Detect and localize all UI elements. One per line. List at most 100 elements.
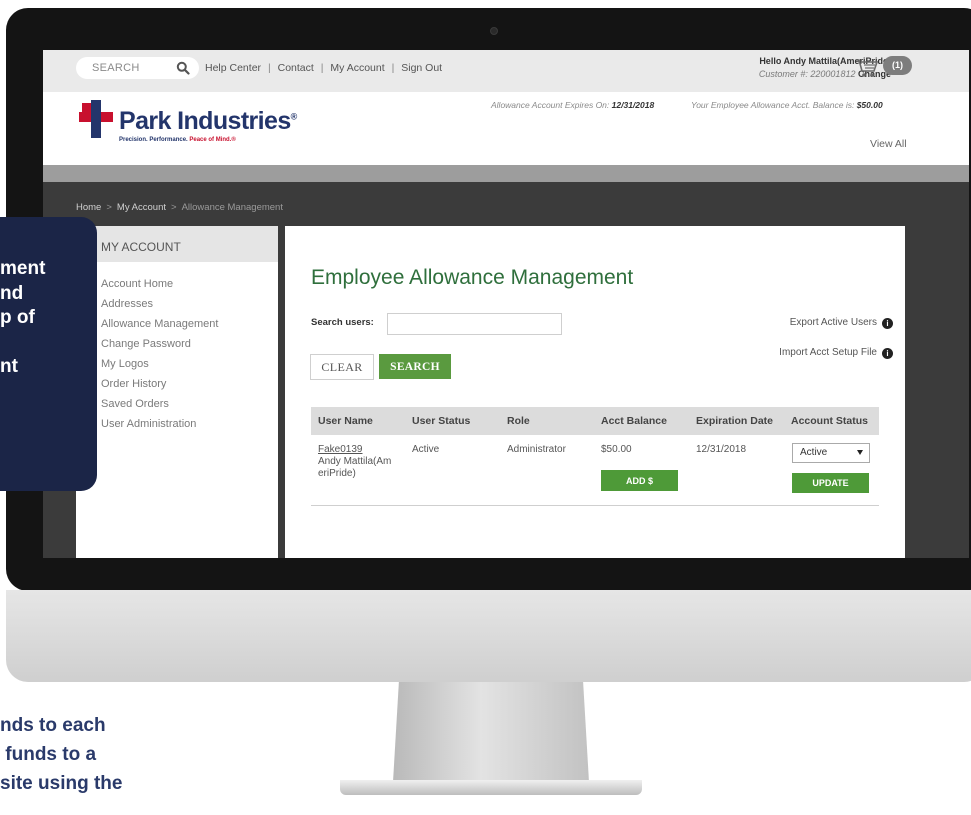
cell-expiration-date: 12/31/2018 — [689, 435, 784, 506]
sidebar-menu: Account Home Addresses Allowance Managem… — [76, 262, 278, 434]
breadcrumb-separator: > — [171, 202, 177, 213]
breadcrumb-current: Allowance Management — [181, 202, 283, 213]
help-center-link[interactable]: Help Center — [205, 62, 261, 74]
view-all-link[interactable]: View All — [870, 138, 907, 150]
column-header-expiration-date[interactable]: Expiration Date — [689, 407, 784, 435]
breadcrumb-home[interactable]: Home — [76, 202, 101, 213]
account-status-select[interactable]: Active — [792, 443, 870, 463]
marketing-stage: SEARCH Help Center | Contact | My Accoun… — [0, 0, 971, 815]
monitor-stand-base — [340, 780, 642, 795]
monitor-screen: SEARCH Help Center | Contact | My Accoun… — [43, 50, 969, 558]
sidebar-item-saved-orders[interactable]: Saved Orders — [101, 394, 278, 414]
user-full-name: Andy Mattila(AmeriPride) — [318, 456, 392, 479]
breadcrumb-my-account[interactable]: My Account — [117, 202, 166, 213]
link-separator: | — [391, 62, 395, 74]
link-separator: | — [267, 62, 271, 74]
add-funds-button[interactable]: ADD $ — [601, 470, 678, 491]
cell-acct-balance: $50.00 ADD $ — [594, 435, 689, 506]
caption-line: nds to each — [0, 715, 106, 736]
caption-line: site using the — [0, 773, 123, 794]
callout-line: p of — [0, 307, 35, 328]
sidebar-item-account-home[interactable]: Account Home — [101, 274, 278, 294]
customer-number: 220001812 — [810, 69, 856, 79]
cell-user-name: Fake0139 Andy Mattila(AmeriPride) — [311, 435, 405, 506]
logo-name-text: Park Industries — [119, 107, 291, 135]
info-icon[interactable]: i — [882, 318, 893, 329]
sidebar-item-my-logos[interactable]: My Logos — [101, 354, 278, 374]
column-header-account-status[interactable]: Account Status — [784, 407, 879, 435]
balance-label: Your Employee Allowance Acct. Balance is… — [691, 100, 855, 110]
sidebar-item-user-administration[interactable]: User Administration — [101, 414, 278, 434]
allowance-balance: Your Employee Allowance Acct. Balance is… — [691, 100, 883, 110]
expiry-date: 12/31/2018 — [611, 100, 655, 110]
sidebar-item-order-history[interactable]: Order History — [101, 374, 278, 394]
import-label: Import Acct Setup File — [779, 347, 877, 358]
column-header-user-name[interactable]: User Name — [311, 407, 405, 435]
search-users-label: Search users: — [311, 317, 374, 328]
allowance-main-panel: Employee Allowance Management Search use… — [285, 226, 905, 558]
export-label: Export Active Users — [789, 317, 877, 328]
top-links: Help Center | Contact | My Account | Sig… — [205, 62, 442, 74]
expiry-label: Allowance Account Expires On: — [491, 100, 610, 110]
top-utility-bar: SEARCH Help Center | Contact | My Accoun… — [43, 50, 969, 92]
my-account-link[interactable]: My Account — [330, 62, 384, 74]
account-sidebar: MY ACCOUNT Account Home Addresses Allowa… — [76, 226, 278, 558]
cell-account-status: Active UPDATE — [784, 435, 879, 506]
shopping-cart-icon[interactable] — [855, 57, 879, 79]
table-row: Fake0139 Andy Mattila(AmeriPride) Active… — [311, 435, 879, 506]
callout-line: nt — [0, 356, 18, 377]
cell-user-status: Active — [405, 435, 500, 506]
column-header-user-status[interactable]: User Status — [405, 407, 500, 435]
callout-line: nd — [0, 282, 24, 304]
account-status-value: Active — [800, 447, 828, 458]
bottom-caption: nds to each funds to a site using the — [0, 711, 122, 798]
sidebar-title: MY ACCOUNT — [76, 226, 278, 262]
search-users-input[interactable] — [387, 313, 562, 335]
page-title: Employee Allowance Management — [311, 266, 634, 289]
table-header-row: User Name User Status Role Acct Balance … — [311, 407, 879, 435]
user-id-link[interactable]: Fake0139 — [318, 444, 405, 456]
chevron-down-icon — [857, 450, 863, 455]
site-search-placeholder: SEARCH — [92, 62, 140, 74]
tagline-registered-mark: ® — [231, 137, 236, 143]
monitor-chin — [6, 590, 971, 682]
update-button[interactable]: UPDATE — [792, 473, 869, 493]
import-setup-file-link[interactable]: Import Acct Setup File i — [779, 347, 893, 359]
info-icon[interactable]: i — [882, 348, 893, 359]
sidebar-item-addresses[interactable]: Addresses — [101, 294, 278, 314]
callout-text: ment nd p of nt — [0, 257, 45, 380]
sign-out-link[interactable]: Sign Out — [401, 62, 442, 74]
callout-line: ment — [0, 258, 46, 279]
link-separator: | — [320, 62, 324, 74]
breadcrumb-separator: > — [106, 202, 112, 213]
users-table: User Name User Status Role Acct Balance … — [311, 407, 879, 506]
contact-link[interactable]: Contact — [278, 62, 314, 74]
monitor-stand — [393, 682, 589, 782]
clear-button[interactable]: CLEAR — [310, 354, 374, 380]
search-button[interactable]: SEARCH — [379, 354, 451, 379]
search-icon[interactable] — [176, 61, 190, 75]
export-active-users-link[interactable]: Export Active Users i — [790, 317, 893, 329]
caption-line: funds to a — [0, 744, 97, 765]
balance-value: $50.00 — [856, 100, 883, 110]
sidebar-item-allowance-management[interactable]: Allowance Management — [101, 314, 278, 334]
allowance-expiry: Allowance Account Expires On: 12/31/2018 — [491, 100, 654, 110]
tagline-highlight: Peace of Mind. — [189, 137, 232, 143]
site-search-field[interactable]: SEARCH — [76, 57, 199, 79]
cell-role: Administrator — [500, 435, 594, 506]
logo-registered-mark: ® — [290, 111, 298, 122]
cart-count-badge[interactable]: (1) — [883, 56, 912, 75]
column-header-acct-balance[interactable]: Acct Balance — [594, 407, 689, 435]
tagline-text: Precision. Performance. — [119, 137, 188, 143]
nav-band — [43, 165, 969, 182]
acct-balance-value: $50.00 — [601, 444, 632, 455]
breadcrumb: Home > My Account > Allowance Management — [76, 202, 283, 213]
logo-tagline: Precision. Performance. Peace of Mind.® — [119, 137, 236, 143]
logo-wordmark[interactable]: Park Industries® — [119, 107, 297, 136]
column-header-role[interactable]: Role — [500, 407, 594, 435]
customer-number-label: Customer #: — [758, 69, 808, 79]
park-industries-logo-icon[interactable] — [79, 100, 113, 138]
site-header: Park Industries® Precision. Performance.… — [43, 92, 969, 165]
camera-dot — [490, 27, 498, 35]
sidebar-item-change-password[interactable]: Change Password — [101, 334, 278, 354]
